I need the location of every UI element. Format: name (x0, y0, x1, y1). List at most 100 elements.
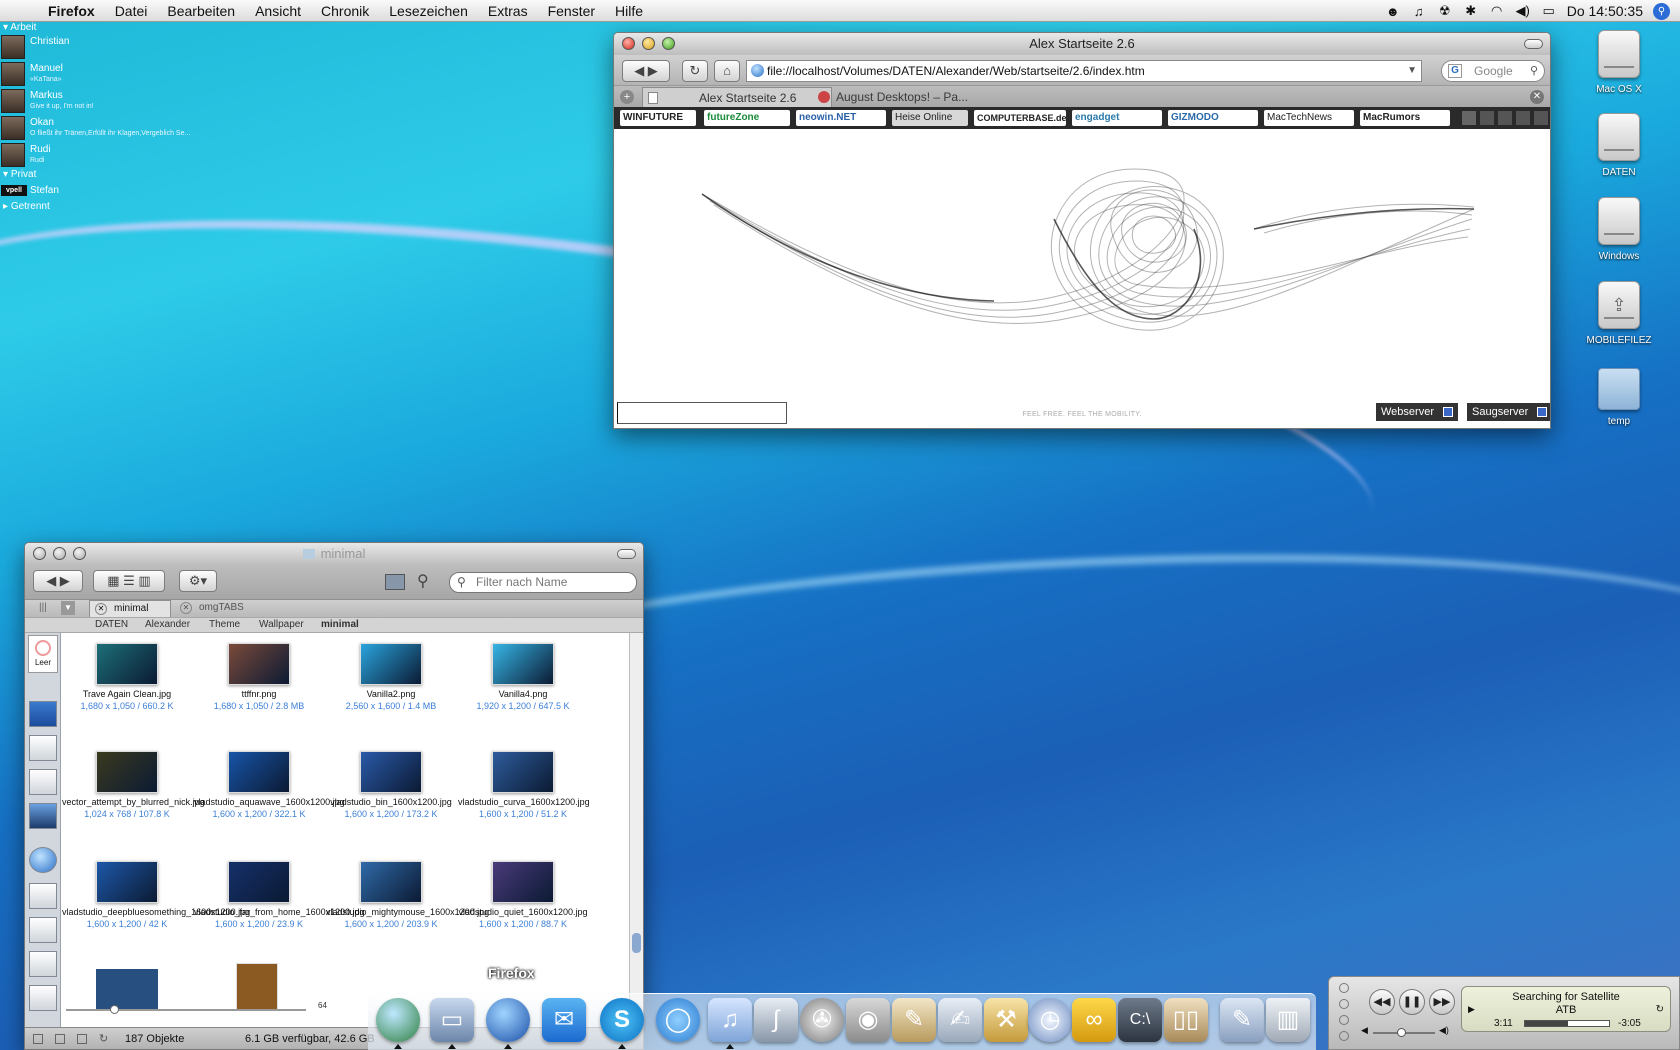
headphones-icon[interactable]: ♫ (1411, 4, 1427, 19)
search-input[interactable]: G Google ⚲ (1441, 60, 1545, 82)
fast-forward-button[interactable]: ▶▶ (1429, 989, 1455, 1015)
dock-mail-icon[interactable]: ✉ (542, 998, 586, 1042)
status-icon[interactable] (77, 1034, 87, 1044)
status-icon[interactable] (55, 1034, 65, 1044)
bookmark-gizmodo[interactable]: GIZMODO (1168, 110, 1258, 126)
buddy-item[interactable]: Markus Give it up, I'm not in! (0, 88, 210, 115)
view-options-icon[interactable] (385, 574, 405, 590)
path-segment[interactable]: DATEN (95, 619, 128, 630)
desktop-icon[interactable] (29, 701, 57, 727)
file-item[interactable]: vladstudio_mightymouse_1600x1200.jpg 1,60… (326, 861, 489, 930)
dock-earth-icon[interactable] (376, 998, 420, 1042)
close-tab-icon[interactable]: ✕ (95, 603, 107, 615)
battery-icon[interactable]: ▭ (1541, 3, 1557, 19)
zoom-button[interactable] (662, 37, 675, 50)
bookmark-engadget[interactable]: engadget (1072, 110, 1162, 126)
volume-slider[interactable]: ◀ ◀) (1361, 1025, 1451, 1039)
buddy-item[interactable]: Christian (0, 34, 210, 61)
dock-finder-icon[interactable]: ▭ (430, 998, 474, 1042)
buddy-item[interactable]: vpell Stefan (0, 181, 210, 201)
dock-camera-icon[interactable]: ◉ (846, 998, 890, 1042)
menu-fenster[interactable]: Fenster (538, 3, 605, 19)
buddy-item[interactable]: Rudi Rudi (0, 142, 210, 169)
new-tab-icon[interactable]: + (620, 90, 634, 104)
back-forward-button[interactable]: ◀ ▶ (622, 60, 670, 82)
desktop-icon-temp[interactable]: temp (1574, 368, 1664, 427)
buddy-item[interactable]: Manuel «KaTana» (0, 61, 210, 88)
dock-firefox-icon[interactable] (486, 998, 530, 1042)
saugserver-button[interactable]: Saugserver (1467, 403, 1550, 421)
view-mode-control[interactable]: ▦ ☰ ▥ (93, 570, 165, 592)
file-item[interactable]: vladstudio_bin_1600x1200.jpg 1,600 x 1,20… (326, 751, 456, 820)
tab-minimal[interactable]: ✕ minimal (89, 600, 171, 617)
dock-skype-icon[interactable]: S (600, 998, 644, 1042)
dock-tools-icon[interactable]: ⚒ (984, 998, 1028, 1042)
bluetooth-icon[interactable]: ✱ (1463, 3, 1479, 19)
dock-book-icon[interactable]: ▯▯ (1164, 998, 1208, 1042)
magnifier-icon[interactable]: ⚲ (417, 571, 429, 591)
webserver-button[interactable]: Webserver (1376, 403, 1458, 421)
file-item[interactable]: Vanilla4.png 1,920 x 1,200 / 647.5 K (458, 643, 588, 712)
home-icon[interactable] (1462, 111, 1476, 125)
zoom-button[interactable] (73, 547, 86, 560)
action-gear-icon[interactable]: ⚙▾ (179, 570, 217, 592)
bookmark-heise[interactable]: Heise Online (892, 110, 968, 126)
bookmark-icon[interactable] (1534, 111, 1548, 125)
refresh-icon[interactable]: ↻ (99, 1028, 108, 1049)
menu-bearbeiten[interactable]: Bearbeiten (157, 3, 245, 19)
file-item[interactable]: vladstudio_deepbluesomething_1600x1200.j… (62, 861, 250, 930)
back-forward-button[interactable]: ◀ ▶ (33, 570, 83, 592)
dock-applications-stack-icon[interactable]: ✎ (1220, 998, 1264, 1042)
usb-disk-icon[interactable] (29, 985, 57, 1011)
desktop-icon-macosx[interactable]: Mac OS X (1574, 30, 1664, 95)
dock-ichat-icon[interactable]: ◯ (656, 998, 700, 1042)
close-tab-icon[interactable]: ✕ (1530, 90, 1544, 104)
drag-handle-icon[interactable]: ||| (39, 602, 47, 613)
menu-datei[interactable]: Datei (105, 3, 158, 19)
adium-icon[interactable]: ☻ (1385, 4, 1401, 19)
file-item[interactable]: ttffnr.png 1,680 x 1,050 / 2.8 MB (194, 643, 324, 712)
trash-icon[interactable]: ▥ (1266, 998, 1310, 1042)
tab-alex-startseite[interactable]: Alex Startseite 2.6 (642, 87, 832, 108)
dock-script-icon[interactable]: ∫ (754, 998, 798, 1042)
disk-icon[interactable] (29, 883, 57, 909)
menu-extras[interactable]: Extras (478, 3, 538, 19)
buddy-item[interactable]: Okan O fließt ihr Tränen,Erfüllt ihr Klag… (0, 115, 210, 142)
menu-app-name[interactable]: Firefox (40, 3, 105, 19)
dock-pen-icon[interactable]: ✎ (892, 998, 936, 1042)
widget-dot[interactable] (1339, 1015, 1349, 1025)
dock-clock-icon[interactable]: ◷ (1028, 998, 1072, 1042)
search-icon[interactable]: ⚲ (1530, 61, 1538, 81)
group-arbeit[interactable]: ▾ Arbeit (0, 22, 210, 34)
bookmark-icon[interactable] (1516, 111, 1530, 125)
bookmark-icon[interactable] (1498, 111, 1512, 125)
path-segment[interactable]: Wallpaper (259, 619, 304, 630)
radiation-icon[interactable]: ☢ (1437, 3, 1453, 19)
minimize-button[interactable] (642, 37, 655, 50)
bookmark-mactechnews[interactable]: MacTechNews (1264, 110, 1354, 126)
widget-dot[interactable] (1339, 983, 1349, 993)
tab-omgtabs[interactable]: ✕ omgTABS (175, 600, 265, 617)
leer-item[interactable]: Leer (28, 635, 58, 673)
file-item[interactable]: Vanilla2.png 2,560 x 1,600 / 1.4 MB (326, 643, 456, 712)
home-icon[interactable] (29, 769, 57, 795)
applications-icon[interactable] (29, 735, 57, 761)
home-icon[interactable]: ⌂ (714, 60, 740, 82)
minimize-button[interactable] (53, 547, 66, 560)
group-getrennt[interactable]: ▸ Getrennt (0, 201, 210, 213)
dock-editor-icon[interactable]: ✍ (938, 998, 982, 1042)
path-segment[interactable]: minimal (321, 619, 359, 630)
rewind-button[interactable]: ◀◀ (1369, 989, 1395, 1015)
chevron-down-icon[interactable]: ▼ (1407, 61, 1417, 81)
desktop-icon-daten[interactable]: DATEN (1574, 113, 1664, 178)
menubar-clock[interactable]: Do 14:50:35 (1567, 3, 1643, 19)
dock-reel-icon[interactable]: ✇ (800, 998, 844, 1042)
disk-icon[interactable] (29, 951, 57, 977)
file-item[interactable]: vladstudio_far_from_home_1600x1200.jpg 1,… (194, 861, 365, 930)
desktop-icon-windows[interactable]: Windows (1574, 197, 1664, 262)
toolbar-toggle-button[interactable] (617, 549, 636, 559)
status-icon[interactable] (33, 1034, 43, 1044)
path-segment[interactable]: Alexander (145, 619, 190, 630)
file-item[interactable]: vector_attempt_by_blurred_nick.jpg 1,024 … (62, 751, 205, 820)
menu-lesezeichen[interactable]: Lesezeichen (379, 3, 478, 19)
